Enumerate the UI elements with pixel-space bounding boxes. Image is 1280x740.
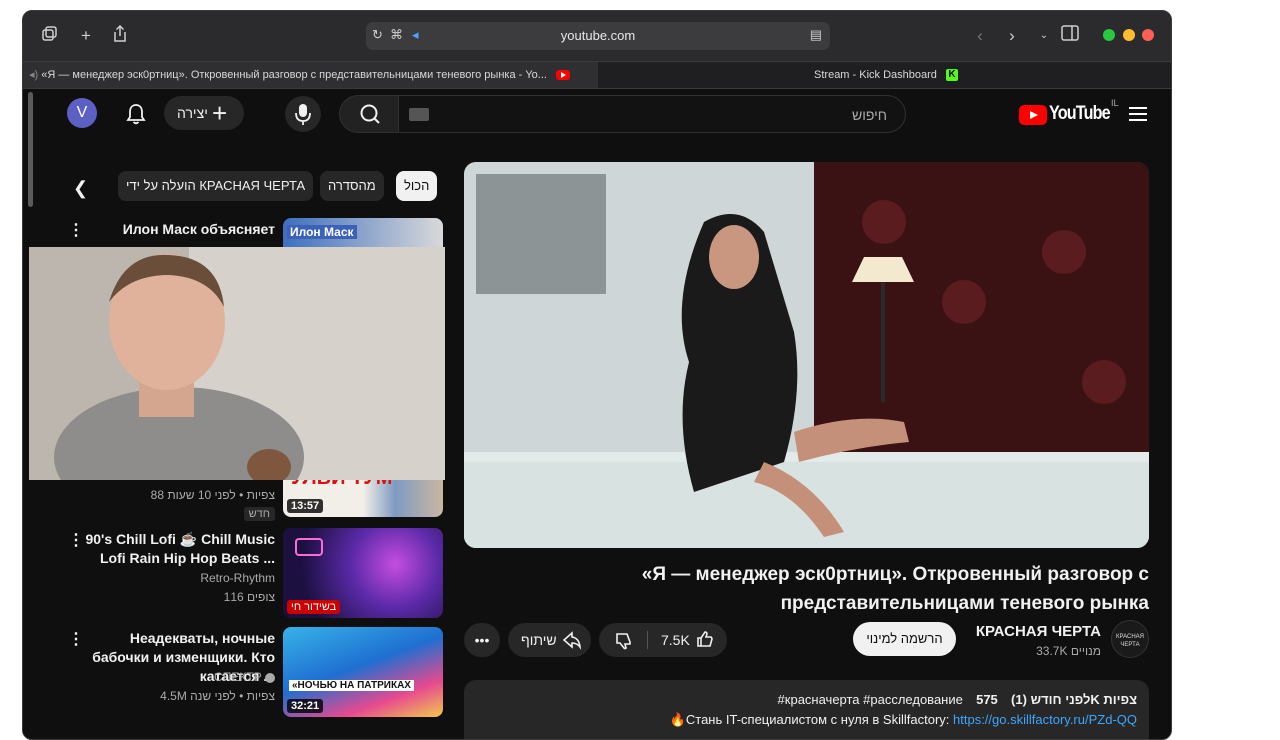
scrollbar[interactable] <box>28 92 33 207</box>
video-duration: 13:57 <box>287 499 324 513</box>
tab-overview-icon[interactable] <box>39 25 61 47</box>
chip-uploaded-by-label: הועלה על ידי <box>126 178 196 193</box>
live-badge: בשידור חי <box>287 600 341 614</box>
share-label: שיתוף <box>521 632 557 648</box>
video-thumbnail[interactable]: בשידור חי <box>283 528 443 618</box>
channel-avatar[interactable]: КРАСНАЯ ЧЕРТА <box>1111 620 1149 658</box>
tab-kick[interactable]: Stream - Kick Dashboard K <box>599 62 1171 88</box>
search-icon <box>360 104 380 124</box>
close-button[interactable] <box>1142 29 1154 41</box>
person-image <box>29 247 445 480</box>
search-button[interactable] <box>339 95 399 133</box>
voice-search-button[interactable] <box>285 96 321 132</box>
share-icon[interactable] <box>109 24 131 47</box>
account-avatar[interactable]: V <box>67 98 97 128</box>
tab-youtube-title: «Я — менеджер эск0ртниц». Откровенный ра… <box>41 69 547 81</box>
channel-name-text: СПЕКТР <box>214 670 262 684</box>
search-input[interactable]: חיפוש <box>398 95 906 133</box>
neon-sign-icon <box>295 538 323 556</box>
tab-youtube[interactable]: ◂) «Я — менеджер эск0ртниц». Откровенный… <box>23 62 598 88</box>
chevron-down-icon[interactable]: ⌄ <box>1033 25 1055 47</box>
thumbnail-text: «НОЧЬЮ НА ПАТРИКАХ <box>289 680 414 691</box>
chip-series[interactable]: מהסדרה <box>320 171 384 201</box>
notifications-bell-icon[interactable] <box>123 101 149 127</box>
menu-icon[interactable] <box>1129 107 1147 121</box>
zoom-button[interactable] <box>1103 29 1115 41</box>
forward-icon[interactable]: › <box>1001 25 1023 47</box>
list-item[interactable]: ⋮ Неадекваты, ночные бабочки и изменщики… <box>53 627 443 717</box>
video-meta: 88 צפיות • לפני 10 שעות <box>150 488 275 502</box>
kick-favicon-icon: K <box>945 69 958 82</box>
description-header: #красначерта #расследование לפני חודש (1… <box>778 692 1137 707</box>
video-title: 90's Chill Lofi ☕ Chill Music Lofi Rain … <box>85 531 275 566</box>
browser-toolbar: + ↻ ⌘ ◂ youtube.com ▤ ‹ › ⌄ <box>23 11 1171 61</box>
list-item[interactable]: ⋮ 90's Chill Lofi ☕ Chill Music Lofi Rai… <box>53 528 443 620</box>
keyboard-icon[interactable] <box>409 108 429 121</box>
youtube-favicon-icon <box>556 70 571 81</box>
hashtags[interactable]: #красначерта #расследование <box>778 692 963 707</box>
dislike-icon[interactable] <box>614 631 634 651</box>
like-count[interactable]: 7.5K <box>661 623 690 657</box>
video-title: Илон Маск объясняет <box>122 221 275 237</box>
speaker-icon[interactable]: ◂) <box>29 69 38 81</box>
chip-uploaded-by[interactable]: הועלה על ידי КРАСНАЯ ЧЕРТА <box>118 171 314 201</box>
search-placeholder: חיפוש <box>852 107 887 123</box>
tab-bar: ◂) «Я — менеджер эск0ртниц». Откровенный… <box>23 61 1171 89</box>
video-meta: 116 צופים <box>223 590 275 604</box>
channel-name[interactable]: СПЕКТР <box>214 670 275 684</box>
plus-icon: + <box>212 98 228 128</box>
channel-name[interactable]: Retro-Rhythm <box>200 571 275 585</box>
new-tab-icon[interactable]: + <box>75 25 97 47</box>
new-badge: חדש <box>243 507 275 521</box>
create-label: יצירה <box>177 105 208 121</box>
divider <box>647 631 648 649</box>
like-icon[interactable] <box>695 629 715 649</box>
mic-icon <box>295 104 311 125</box>
chip-all[interactable]: הכול <box>396 171 438 201</box>
channel-avatar-text: КРАСНАЯ ЧЕРТА <box>1116 634 1144 648</box>
webcam-overlay <box>29 247 445 480</box>
youtube-play-icon <box>1019 105 1047 125</box>
verified-icon <box>265 672 275 683</box>
share-button[interactable]: שיתוף <box>508 623 591 657</box>
logo-text: YouTube <box>1049 103 1111 124</box>
minimize-button[interactable] <box>1123 29 1135 41</box>
like-dislike-group: 7.5K <box>599 623 727 657</box>
chip-channel-label: КРАСНАЯ ЧЕРТА <box>199 178 306 193</box>
thumbnail-label: Илон Маск <box>287 225 357 239</box>
publish-date: לפני חודש (1) <box>1011 692 1091 707</box>
tab-kick-title: Stream - Kick Dashboard <box>814 69 937 81</box>
more-horiz-icon: ••• <box>474 632 490 648</box>
youtube-page: V יצירה + חיפוש YouTube IL הכול מהסדרה ה… <box>23 90 1171 739</box>
sidebar-icon[interactable] <box>1059 25 1081 47</box>
video-meta: 4.5M צפיות • לפני שנה <box>160 689 275 703</box>
subscribe-button[interactable]: הרשמה למינוי <box>853 622 956 656</box>
share-arrow-icon <box>562 631 582 650</box>
channel-name-main[interactable]: КРАСНАЯ ЧЕРТА <box>971 623 1101 640</box>
video-duration: 32:21 <box>287 699 324 713</box>
reader-icon[interactable]: ▤ <box>810 27 822 43</box>
description-line: 🔥Стань IT-специалистом с нуля в Skillfac… <box>670 712 1137 728</box>
chevron-left-icon[interactable]: ❮ <box>73 178 88 199</box>
browser-window: + ↻ ⌘ ◂ youtube.com ▤ ‹ › ⌄ ◂) «Я — мене… <box>22 10 1172 740</box>
more-actions-button[interactable]: ••• <box>464 623 500 657</box>
video-player[interactable] <box>464 162 1149 548</box>
video-thumbnail[interactable]: «НОЧЬЮ НА ПАТРИКАХ 32:21 <box>283 627 443 717</box>
address-text: youtube.com <box>560 28 636 43</box>
create-button[interactable]: יצירה + <box>164 96 244 130</box>
address-bar[interactable]: ↻ ⌘ ◂ youtube.com ▤ <box>366 22 830 50</box>
video-frame-image <box>464 162 1149 548</box>
country-code: IL <box>1111 98 1119 108</box>
channel-subscribers: 33.7K מנויים <box>1036 644 1101 658</box>
back-icon[interactable]: ‹ <box>969 25 991 47</box>
description-box[interactable]: #красначерта #расследование לפני חודש (1… <box>464 680 1149 739</box>
video-title-main: «Я — менеджер эск0ртниц». Откровенный ра… <box>641 564 1149 614</box>
